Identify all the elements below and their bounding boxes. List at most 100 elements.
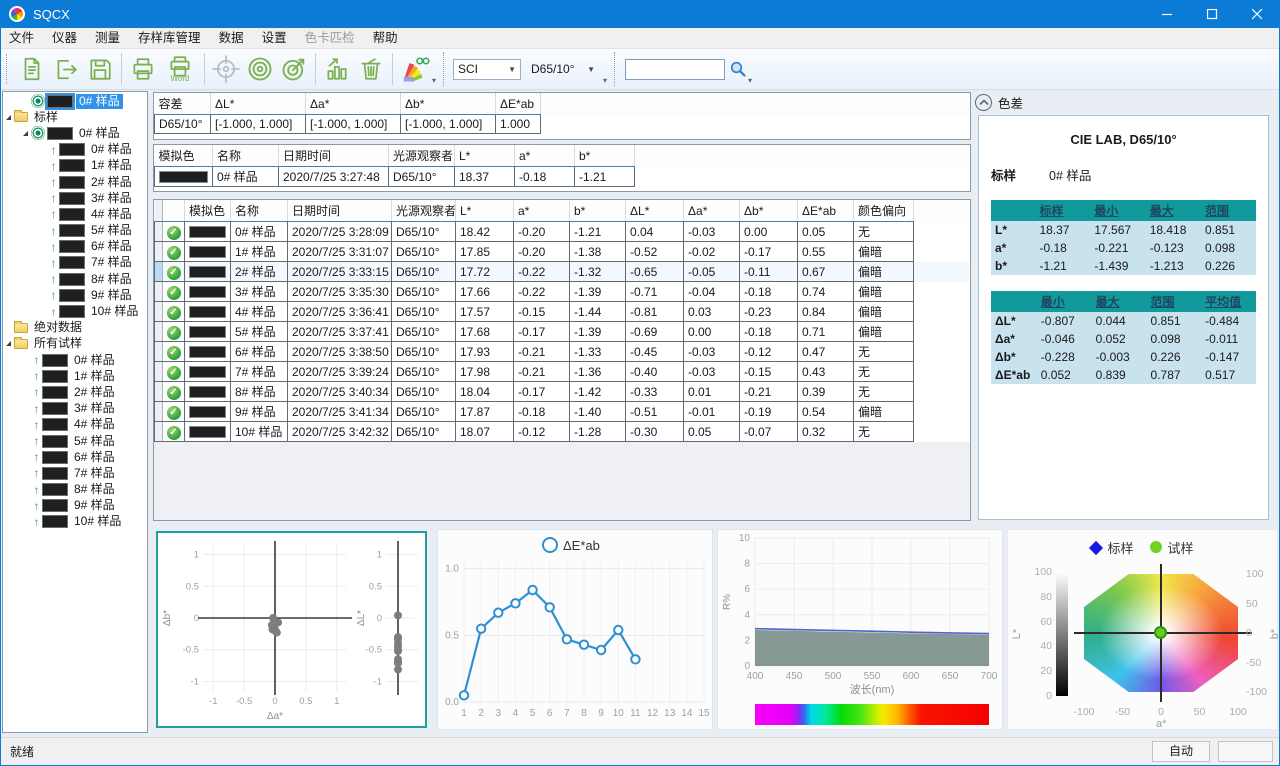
column-header[interactable]: b* — [570, 200, 626, 222]
tree-item[interactable]: 0# 样品 — [3, 125, 147, 141]
simulated-color-cell[interactable] — [185, 382, 231, 402]
result-cell[interactable]: 17.66 — [456, 282, 514, 302]
result-cell[interactable]: 9# 样品 — [231, 402, 288, 422]
tree-item[interactable]: ↑6# 样品 — [3, 449, 147, 465]
result-cell[interactable]: 7# 样品 — [231, 362, 288, 382]
result-cell[interactable]: -0.52 — [626, 242, 684, 262]
result-cell[interactable]: 4# 样品 — [231, 302, 288, 322]
result-cell[interactable]: -0.04 — [684, 282, 740, 302]
column-header[interactable] — [155, 200, 163, 222]
measure-sample-button[interactable] — [277, 51, 311, 87]
result-cell[interactable]: 17.72 — [456, 262, 514, 282]
result-cell[interactable]: -0.20 — [514, 222, 570, 242]
result-cell[interactable]: 偏暗 — [854, 302, 914, 322]
column-header[interactable]: ΔL* — [626, 200, 684, 222]
result-cell[interactable]: 偏暗 — [854, 242, 914, 262]
column-header[interactable]: 颜色偏向 — [854, 200, 914, 222]
result-cell[interactable]: -0.30 — [626, 422, 684, 442]
column-header[interactable]: a* — [514, 200, 570, 222]
simulated-color-cell[interactable] — [185, 222, 231, 242]
result-cell[interactable]: 17.93 — [456, 342, 514, 362]
tree-item[interactable]: ↑10# 样品 — [3, 514, 147, 530]
result-cell[interactable]: 偏暗 — [854, 402, 914, 422]
result-cell[interactable]: 2020/7/25 3:37:41 — [288, 322, 392, 342]
table-row[interactable]: ✓8# 样品2020/7/25 3:40:34D65/10°18.04-0.17… — [155, 382, 970, 402]
menu-item-6[interactable]: 设置 — [253, 28, 296, 49]
result-cell[interactable]: 2020/7/25 3:38:50 — [288, 342, 392, 362]
expander-icon[interactable] — [6, 115, 11, 120]
result-cell[interactable]: 偏暗 — [854, 322, 914, 342]
table-row[interactable]: ✓3# 样品2020/7/25 3:35:30D65/10°17.66-0.22… — [155, 282, 970, 302]
result-cell[interactable]: -0.22 — [514, 262, 570, 282]
collapse-panel-button[interactable] — [975, 94, 992, 111]
result-cell[interactable]: 0.04 — [626, 222, 684, 242]
standard-cell[interactable]: 18.37 — [455, 167, 515, 187]
result-cell[interactable]: 5# 样品 — [231, 322, 288, 342]
result-cell[interactable]: 2020/7/25 3:40:34 — [288, 382, 392, 402]
simulated-color-cell[interactable] — [185, 362, 231, 382]
result-cell[interactable]: 2020/7/25 3:39:24 — [288, 362, 392, 382]
tolerance-cell[interactable]: 1.000 — [496, 115, 541, 134]
result-cell[interactable]: -0.17 — [740, 242, 798, 262]
expander-icon[interactable] — [23, 131, 28, 136]
tree-item[interactable]: ↑5# 样品 — [3, 223, 147, 239]
tree-item[interactable]: ↑8# 样品 — [3, 482, 147, 498]
spectral-chart-panel[interactable]: 4004505005506006507000246810R%波长(nm) — [717, 529, 1003, 730]
result-cell[interactable]: -0.69 — [626, 322, 684, 342]
column-header[interactable]: 日期时间 — [279, 145, 389, 167]
tree-item[interactable]: ↑3# 样品 — [3, 190, 147, 206]
result-cell[interactable]: -0.18 — [514, 402, 570, 422]
result-cell[interactable]: 2020/7/25 3:28:09 — [288, 222, 392, 242]
result-cell[interactable]: D65/10° — [392, 422, 456, 442]
tree-item[interactable]: ↑4# 样品 — [3, 417, 147, 433]
result-cell[interactable]: -0.03 — [684, 362, 740, 382]
table-row[interactable]: ✓7# 样品2020/7/25 3:39:24D65/10°17.98-0.21… — [155, 362, 970, 382]
standard-cell[interactable]: 2020/7/25 3:27:48 — [279, 167, 389, 187]
column-header[interactable]: Δa* — [306, 93, 401, 115]
column-header[interactable] — [163, 200, 185, 222]
result-cell[interactable]: -0.15 — [740, 362, 798, 382]
result-cell[interactable]: -0.02 — [684, 242, 740, 262]
result-cell[interactable]: -0.17 — [514, 322, 570, 342]
deltae-line-chart-panel[interactable]: ΔE*ab1234567891011121314150.00.51.0 — [437, 529, 713, 730]
result-cell[interactable]: 6# 样品 — [231, 342, 288, 362]
tree-item[interactable]: ↑2# 样品 — [3, 174, 147, 190]
result-cell[interactable]: -0.40 — [626, 362, 684, 382]
result-cell[interactable]: 0.01 — [684, 382, 740, 402]
result-cell[interactable]: -1.33 — [570, 342, 626, 362]
illuminant-select[interactable]: D65/10°▼ — [527, 59, 599, 80]
result-cell[interactable]: -0.18 — [740, 282, 798, 302]
table-row[interactable]: 0# 样品2020/7/25 3:27:48D65/10°18.37-0.18-… — [155, 167, 970, 187]
result-cell[interactable]: 2020/7/25 3:35:30 — [288, 282, 392, 302]
tree-item[interactable]: ↑0# 样品 — [3, 142, 147, 158]
menu-item-3[interactable]: 测量 — [86, 28, 129, 49]
simulated-color-cell[interactable] — [185, 262, 231, 282]
tree-item[interactable]: ↑7# 样品 — [3, 465, 147, 481]
calibrate-button[interactable] — [209, 51, 243, 87]
result-cell[interactable]: -0.19 — [740, 402, 798, 422]
tolerance-cell[interactable]: [-1.000, 1.000] — [306, 115, 401, 134]
result-cell[interactable]: 18.42 — [456, 222, 514, 242]
simulated-color-cell[interactable] — [185, 422, 231, 442]
tree-item[interactable]: ↑9# 样品 — [3, 287, 147, 303]
menu-item-4[interactable]: 存样库管理 — [129, 28, 210, 49]
tree-item[interactable]: 所有试样 — [3, 336, 147, 352]
result-cell[interactable]: -1.39 — [570, 282, 626, 302]
result-cell[interactable]: 17.87 — [456, 402, 514, 422]
toolbar-overflow-icon[interactable]: ▾ — [748, 77, 752, 85]
result-cell[interactable]: 17.98 — [456, 362, 514, 382]
result-cell[interactable]: 偏暗 — [854, 282, 914, 302]
tree-item[interactable]: ↑1# 样品 — [3, 158, 147, 174]
tree-item[interactable]: 0# 样品 — [3, 93, 147, 109]
result-cell[interactable]: 无 — [854, 362, 914, 382]
auto-button[interactable]: 自动 — [1152, 741, 1210, 762]
column-header[interactable]: a* — [515, 145, 575, 167]
result-cell[interactable]: 0.05 — [684, 422, 740, 442]
tree-item[interactable]: ↑7# 样品 — [3, 255, 147, 271]
result-cell[interactable]: 2020/7/25 3:41:34 — [288, 402, 392, 422]
simulated-color-cell[interactable] — [155, 167, 213, 187]
result-cell[interactable]: D65/10° — [392, 282, 456, 302]
result-cell[interactable]: 无 — [854, 382, 914, 402]
delete-button[interactable] — [354, 51, 388, 87]
result-cell[interactable]: -0.15 — [514, 302, 570, 322]
